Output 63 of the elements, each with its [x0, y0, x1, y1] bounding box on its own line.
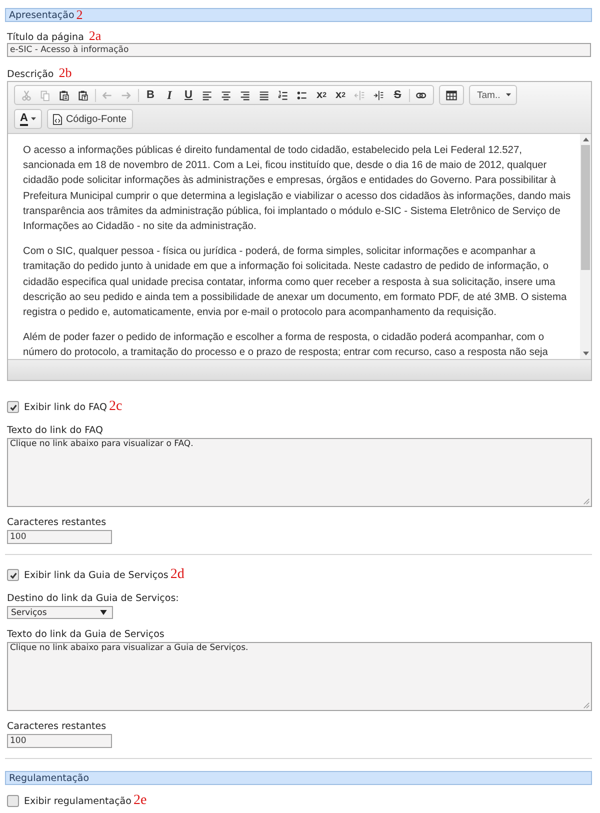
- callout-number: 2: [76, 9, 83, 21]
- text-input[interactable]: e-SIC - Acesso à informação: [7, 43, 591, 57]
- counter-input[interactable]: 100: [7, 530, 112, 544]
- outdent-icon: [354, 90, 365, 100]
- scissors-icon: [21, 90, 32, 100]
- document-code-icon: [52, 114, 62, 124]
- caret-icon: [30, 117, 36, 121]
- checkbox[interactable]: [7, 795, 19, 807]
- strikethrough-button[interactable]: S: [388, 87, 407, 103]
- bold-button[interactable]: B: [141, 87, 160, 103]
- caret-icon: [506, 93, 512, 97]
- align-center-icon: [221, 90, 232, 100]
- checkbox[interactable]: [7, 569, 19, 581]
- scrollbar-thumb[interactable]: [581, 145, 590, 270]
- text-color-button[interactable]: A: [14, 109, 42, 129]
- underline-button[interactable]: U: [179, 87, 198, 103]
- left-arrow-icon: [102, 90, 113, 100]
- field-label: Texto do link do FAQ: [7, 425, 103, 436]
- right-arrow-icon: [121, 90, 132, 100]
- resize-grip-icon[interactable]: [583, 498, 590, 505]
- source-button[interactable]: Código-Fonte: [46, 109, 133, 129]
- table-icon: [446, 90, 457, 100]
- text-area[interactable]: Clique no link abaixo para visualizar o FAQ.: [7, 438, 592, 507]
- scrollbar[interactable]: [580, 134, 591, 359]
- copy-icon: [40, 90, 51, 100]
- callout-number: 2e: [133, 795, 147, 807]
- justify-icon: [259, 90, 270, 100]
- section-title: Apresentação: [9, 10, 74, 20]
- numbered-list-icon: [278, 90, 289, 100]
- callout-number: 2c: [108, 401, 122, 413]
- checkbox-label: Exibir link da Guia de Serviços: [24, 570, 168, 580]
- align-left-icon: [202, 90, 213, 100]
- field-label: Destino do link da Guia de Serviços:: [7, 593, 179, 604]
- field-label: Título da página: [7, 32, 84, 43]
- callout-number: 2d: [170, 569, 184, 581]
- paragraph: Além de poder fazer o pedido de informação e escolher a forma de resposta, o cidadão poderá acompanhar, com o número do protocolo, a tramitação do processo e o prazo de resposta; entrar com recurso, caso a resposta não seja: [23, 331, 549, 359]
- field-label: Caracteres restantes: [7, 517, 106, 528]
- field-label: Caracteres restantes: [7, 721, 106, 732]
- dropdown-arrow-icon: [100, 610, 107, 615]
- field-label: Descrição: [7, 69, 54, 80]
- paragraph: Com o SIC, qualquer pessoa - física ou jurídica - poderá, de forma simples, solicitar informações e acompanhar a tramitação do pedido junto à unidade em que a informação foi solicitada. Neste cadastro de pedido de informação, o cidadão especifica qual unidade precisa contatar, informa como quer receber a resposta à sua solicitação, insere uma descrição ao seu pedido e ainda tem a possibilidade de anexar um documento, em formato PDF, de até 3MB. O sistema registra o pedido e, automaticamente, envia por e-mail o protocolo para acompanhamento da requisição.: [23, 245, 568, 320]
- bulleted-list-icon: [297, 90, 308, 100]
- clipboard-icon: [78, 90, 89, 100]
- indent-icon: [373, 90, 384, 100]
- field-label: Texto do link da Guia de Serviços: [7, 629, 164, 640]
- superscript-button[interactable]: x$^{2}$: [331, 87, 350, 103]
- callout-number: 2a: [88, 30, 102, 42]
- clipboard-icon: [59, 90, 70, 100]
- text-area[interactable]: Clique no link abaixo para visualizar a Guia de Serviços.: [7, 642, 592, 711]
- section-title: Regulamentação: [9, 772, 90, 784]
- scroll-up-icon[interactable]: [582, 137, 588, 142]
- checkbox-label: Exibir regulamentação: [24, 796, 132, 806]
- italic-button[interactable]: I: [160, 87, 179, 103]
- checkbox-label: Exibir link do FAQ: [24, 402, 107, 412]
- checkbox[interactable]: [7, 401, 19, 413]
- dropdown[interactable]: Serviços: [7, 606, 113, 619]
- counter-input[interactable]: 100: [7, 734, 112, 748]
- resize-grip-icon[interactable]: [583, 702, 590, 709]
- scroll-down-icon[interactable]: [582, 351, 588, 356]
- callout-number: 2b: [58, 67, 72, 79]
- paragraph: O acesso a informações públicas é direito fundamental de todo cidadão, estabelecido pela Lei Federal 12.527, sancionada em 18 de novembro de 2011. Com a Lei, ficou instituído que, desde o dia 16 de maio de 2012, qualquer cidadão pode solicitar informações às administrações e empresas, órgãos e entidades do Governo. Para possibilitar à Prefeitura Municipal cumprir o que determina a legislação e viabilizar o acesso dos cidadãos às informações, dando mais transparência aos trâmites da administração pública, foi implantado o módulo e-SIC - Sistema Eletrônico de Serviço de Informações ao Cidadão - no site da administração.: [23, 144, 572, 234]
- align-right-icon: [240, 90, 251, 100]
- size-dropdown[interactable]: Tam..: [469, 85, 518, 105]
